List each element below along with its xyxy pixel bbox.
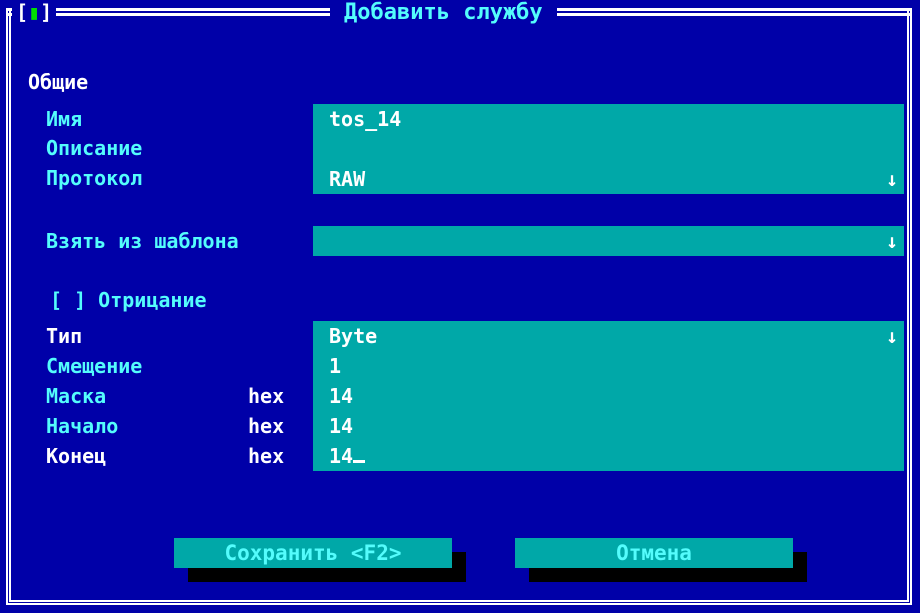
offset-label: Смещение <box>46 354 143 378</box>
mask-label: Маска <box>46 384 107 408</box>
chevron-down-icon[interactable]: ↓ <box>886 226 898 256</box>
save-button[interactable]: Сохранить <F2> <box>174 538 452 568</box>
end-field[interactable]: 14 <box>313 441 904 471</box>
start-label: Начало <box>46 414 119 438</box>
start-unit: hex <box>248 414 285 438</box>
start-value: 14 <box>329 414 354 438</box>
type-value: Byte <box>329 324 378 348</box>
cancel-button-wrap: Отмена <box>515 538 807 582</box>
end-unit: hex <box>248 444 285 468</box>
mask-field[interactable]: 14 <box>313 381 904 411</box>
name-value: tos_14 <box>329 107 402 131</box>
template-select[interactable]: ↓ <box>313 226 904 256</box>
end-label: Конец <box>46 444 107 468</box>
text-cursor <box>353 442 366 463</box>
description-label: Описание <box>46 136 143 160</box>
type-select[interactable]: Byte ↓ <box>313 321 904 351</box>
chevron-down-icon[interactable]: ↓ <box>886 321 898 351</box>
control-right-bracket: ] <box>40 0 53 24</box>
chevron-down-icon[interactable]: ↓ <box>886 164 898 194</box>
window-control-button[interactable]: [▮] <box>12 0 57 24</box>
type-label: Тип <box>46 324 83 348</box>
save-button-wrap: Сохранить <F2> <box>174 538 466 582</box>
control-left-bracket: [ <box>16 0 29 24</box>
cancel-button[interactable]: Отмена <box>515 538 793 568</box>
offset-field[interactable]: 1 <box>313 351 904 381</box>
negation-checkbox[interactable]: [ ] Отрицание <box>50 286 207 314</box>
name-field[interactable]: tos_14 <box>313 104 904 134</box>
window-title: Добавить службу <box>330 0 557 26</box>
window-control-icon: ▮ <box>28 0 41 24</box>
end-value: 14 <box>329 444 354 468</box>
protocol-label: Протокол <box>46 166 143 190</box>
mask-unit: hex <box>248 384 285 408</box>
template-label: Взять из шаблона <box>46 229 239 253</box>
start-field[interactable]: 14 <box>313 411 904 441</box>
mask-value: 14 <box>329 384 354 408</box>
name-label: Имя <box>46 107 83 131</box>
description-field[interactable] <box>313 134 904 164</box>
offset-value: 1 <box>329 354 342 378</box>
section-general-heading: Общие <box>28 70 89 94</box>
protocol-value: RAW <box>329 167 366 191</box>
protocol-select[interactable]: RAW ↓ <box>313 164 904 194</box>
